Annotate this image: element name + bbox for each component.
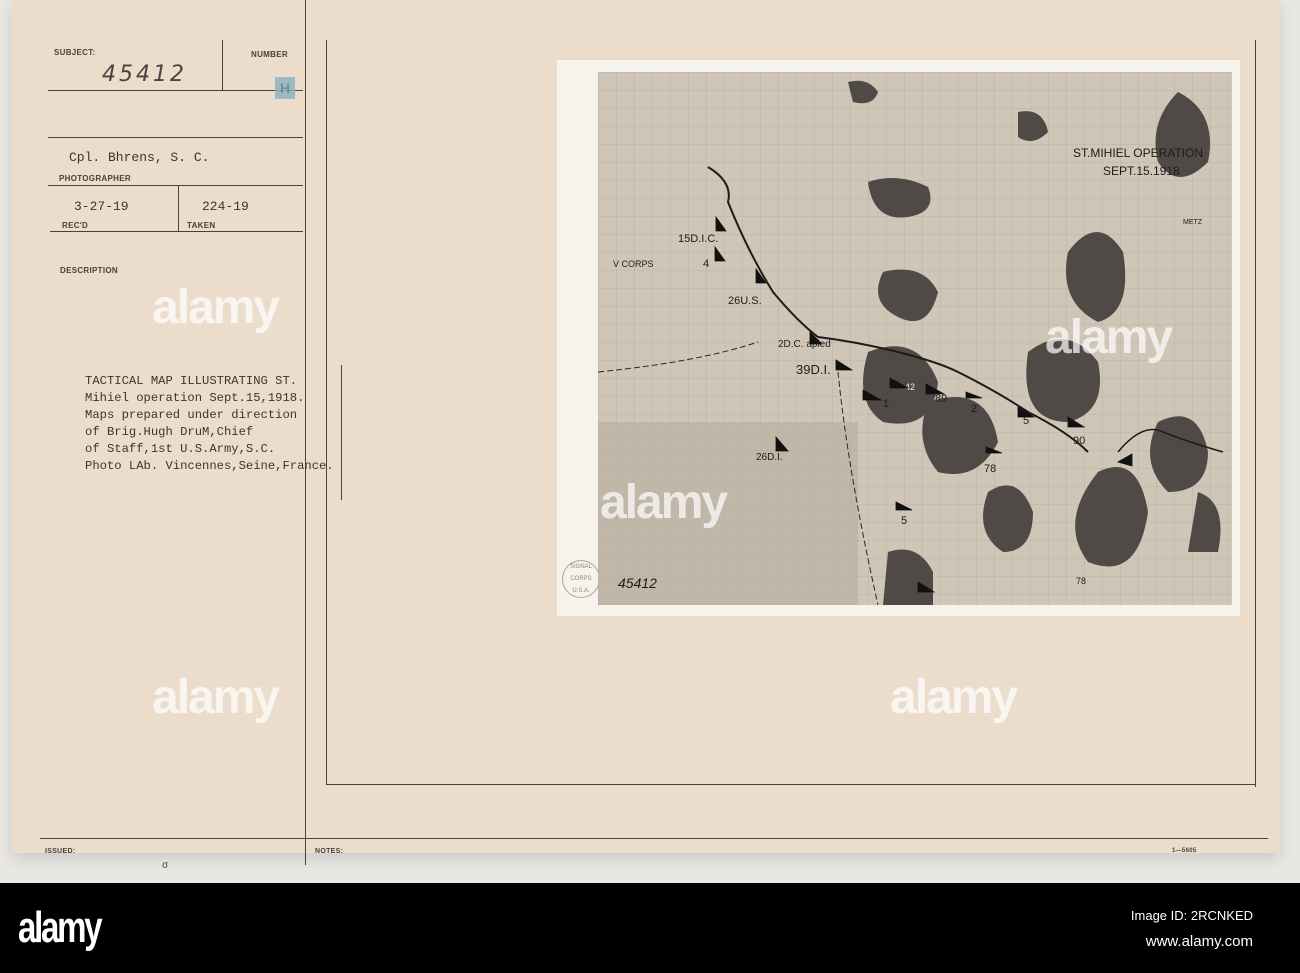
taken-label: TAKEN	[187, 221, 216, 230]
site-url: www.alamy.com	[1145, 933, 1253, 950]
description-label: DESCRIPTION	[60, 266, 118, 275]
notes-divider	[40, 838, 1268, 839]
unit-label: 2	[971, 403, 977, 415]
description-line: TACTICAL MAP ILLUSTRATING ST.	[85, 374, 298, 388]
description-line: Photo LAb. Vincennes,Seine,France.	[85, 459, 334, 473]
unit-label: 15D.I.C.	[678, 233, 718, 245]
taken-value: 224-19	[202, 199, 249, 214]
row-divider	[48, 137, 303, 138]
description-line: Mihiel operation Sept.15,1918.	[85, 391, 305, 405]
unit-label: 5	[901, 515, 907, 527]
issued-mark: σ	[162, 860, 169, 871]
unit-label: 90	[1073, 435, 1085, 447]
subject-label: SUBJECT:	[54, 48, 96, 57]
date-vertical-divider	[178, 186, 179, 231]
unit-label: 2D.C. apied	[778, 339, 831, 350]
photographer-underline	[48, 185, 303, 186]
description-line: Maps prepared under direction	[85, 408, 298, 422]
photo-number: 45412	[618, 575, 657, 591]
city-label: METZ	[1183, 219, 1203, 226]
photographer-label: PHOTOGRAPHER	[59, 174, 131, 183]
alamy-logo: alamy	[18, 903, 103, 952]
recd-value: 3-27-19	[74, 199, 129, 214]
number-stamp: H	[275, 77, 295, 99]
unit-label: 78	[984, 463, 996, 475]
notes-label: NOTES:	[315, 848, 344, 855]
unit-label: 1	[883, 398, 889, 410]
unit-label: 89	[935, 393, 947, 405]
form-number: 1—5605	[1172, 848, 1197, 854]
seal-text: SIGNAL CORPS U.S.A.	[569, 564, 592, 594]
unit-label: 26D.I.	[756, 452, 783, 463]
watermark: alamy	[152, 671, 280, 724]
watermark: alamy	[600, 476, 728, 529]
overlay-line	[341, 365, 342, 500]
description-text: TACTICAL MAP ILLUSTRATING ST. Mihiel oper…	[85, 373, 334, 475]
unit-label: 39D.I.	[796, 362, 831, 377]
watermark: alamy	[152, 281, 280, 334]
image-id: Image ID: 2RCNKED	[1130, 908, 1253, 923]
map-date: SEPT.15.1918	[1103, 164, 1180, 178]
subject-underline	[48, 90, 303, 91]
unit-label: 4	[703, 258, 709, 270]
unit-label: 26U.S.	[728, 295, 762, 307]
subject-vertical-divider	[222, 40, 223, 90]
photo-frame-bottom	[326, 784, 1256, 785]
photo-frame-right	[1255, 40, 1256, 787]
subject-value: 45412	[102, 62, 187, 87]
watermark: alamy	[890, 671, 1018, 724]
issued-label: ISSUED:	[45, 848, 76, 855]
description-line: of Staff,1st U.S.Army,S.C.	[85, 442, 276, 456]
unit-label: 78	[1076, 576, 1086, 586]
unit-label: V CORPS	[613, 259, 654, 269]
map-title: ST.MIHIEL OPERATION	[1073, 146, 1203, 160]
description-line: of Brig.Hugh DruM,Chief	[85, 425, 254, 439]
photographer-value: Cpl. Bhrens, S. C.	[69, 150, 210, 165]
date-underline	[50, 231, 303, 232]
footer-bar: alamy Image ID: 2RCNKED www.alamy.com	[0, 883, 1300, 973]
number-label: NUMBER	[251, 50, 288, 59]
signal-corps-seal: SIGNAL CORPS U.S.A.	[562, 560, 600, 598]
watermark: alamy	[1045, 311, 1173, 364]
recd-label: REC'D	[62, 221, 89, 230]
